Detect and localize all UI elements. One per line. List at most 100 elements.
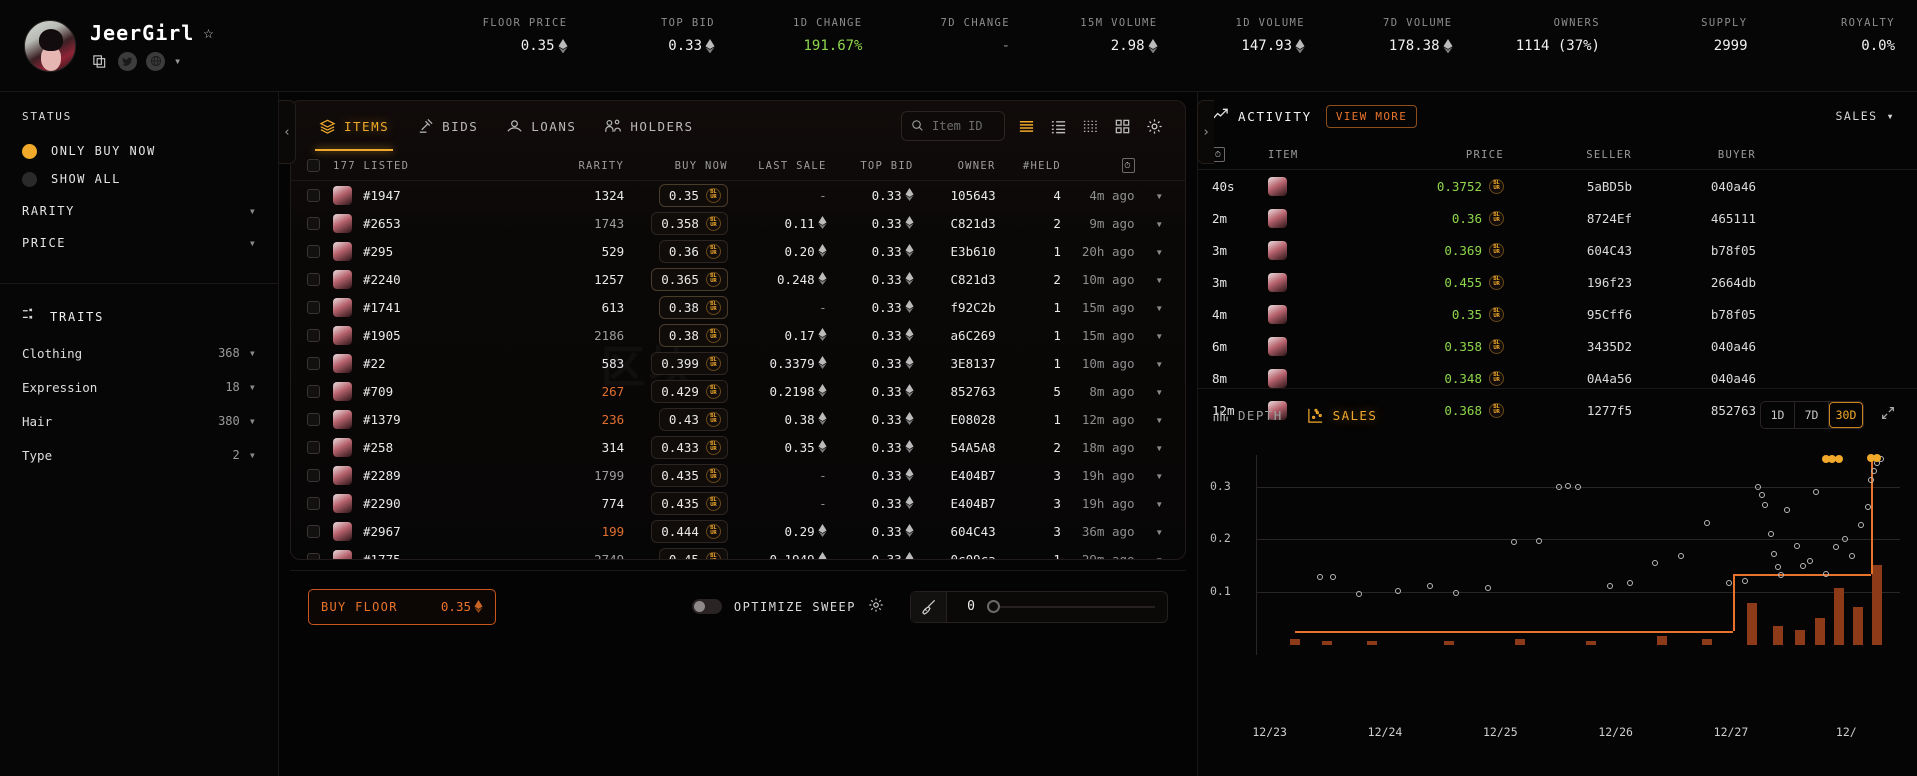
table-row[interactable]: #1741 613 0.38BLUR - 0.33 f92C2b 1 15m a… bbox=[291, 293, 1185, 321]
item-owner[interactable]: 3E8137 bbox=[914, 356, 996, 371]
collapse-right-button[interactable]: › bbox=[1197, 100, 1214, 164]
marketplace-icon[interactable]: BLUR bbox=[706, 356, 721, 371]
view-more-button[interactable]: VIEW MORE bbox=[1326, 105, 1417, 128]
row-checkbox[interactable] bbox=[307, 413, 320, 426]
activity-seller[interactable]: 8724Ef bbox=[1504, 211, 1632, 226]
trait-type[interactable]: Type 2 ▾ bbox=[0, 441, 278, 469]
column-held[interactable]: #HELD bbox=[996, 160, 1061, 172]
table-row[interactable]: #1775 2749 0.45BLUR 0.1949 0.33 0c09ca 1… bbox=[291, 545, 1185, 559]
marketplace-icon[interactable]: BLUR bbox=[706, 272, 721, 287]
activity-row[interactable]: 3m 0.455BLUR 196f23 2664db bbox=[1198, 266, 1917, 298]
activity-seller[interactable]: 0A4a56 bbox=[1504, 371, 1632, 386]
item-owner[interactable]: E3b610 bbox=[914, 244, 996, 259]
activity-seller[interactable]: 5aBD5b bbox=[1504, 179, 1632, 194]
row-expand-chevron-icon[interactable]: ▾ bbox=[1135, 272, 1163, 287]
item-owner[interactable]: 852763 bbox=[914, 384, 996, 399]
activity-row[interactable]: 2m 0.36BLUR 8724Ef 465111 bbox=[1198, 202, 1917, 234]
table-row[interactable]: #2967 199 0.444BLUR 0.29 0.33 604C43 3 3… bbox=[291, 517, 1185, 545]
table-row[interactable]: #1947 1324 0.35BLUR - 0.33 105643 4 4m a… bbox=[291, 181, 1185, 209]
buy-now-button[interactable]: 0.358BLUR bbox=[651, 212, 728, 235]
item-owner[interactable]: E404B7 bbox=[914, 468, 996, 483]
item-owner[interactable]: 105643 bbox=[914, 188, 996, 203]
marketplace-icon[interactable]: BLUR bbox=[1489, 307, 1504, 322]
marketplace-icon[interactable]: BLUR bbox=[706, 244, 721, 259]
activity-row[interactable]: 4m 0.35BLUR 95Cff6 b78f05 bbox=[1198, 298, 1917, 330]
row-expand-chevron-icon[interactable]: ▾ bbox=[1135, 328, 1163, 343]
column-top-bid[interactable]: TOP BID bbox=[827, 160, 914, 172]
table-row[interactable]: #295 529 0.36BLUR 0.20 0.33 E3b610 1 20h… bbox=[291, 237, 1185, 265]
row-expand-chevron-icon[interactable]: ▾ bbox=[1135, 300, 1163, 315]
table-row[interactable]: #1905 2186 0.38BLUR 0.17 0.33 a6C269 1 1… bbox=[291, 321, 1185, 349]
activity-item-thumbnail[interactable] bbox=[1268, 241, 1287, 260]
buy-now-button[interactable]: 0.429BLUR bbox=[651, 380, 728, 403]
search-input[interactable] bbox=[932, 119, 995, 133]
item-owner[interactable]: C821d3 bbox=[914, 216, 996, 231]
row-checkbox[interactable] bbox=[307, 441, 320, 454]
tab-sales[interactable]: SALES bbox=[1307, 407, 1378, 424]
compact-list-icon[interactable] bbox=[1047, 115, 1069, 137]
buy-now-button[interactable]: 0.435BLUR bbox=[651, 492, 728, 515]
broom-icon[interactable] bbox=[911, 592, 947, 622]
buy-now-button[interactable]: 0.38BLUR bbox=[659, 296, 728, 319]
table-row[interactable]: #2240 1257 0.365BLUR 0.248 0.33 C821d3 2… bbox=[291, 265, 1185, 293]
buy-now-button[interactable]: 0.444BLUR bbox=[651, 520, 728, 543]
column-listed[interactable]: 177 LISTED bbox=[333, 160, 522, 172]
dense-grid-icon[interactable] bbox=[1079, 115, 1101, 137]
sales-scatter-chart[interactable]: 0.30.20.1 bbox=[1198, 441, 1917, 671]
select-all-checkbox[interactable] bbox=[307, 159, 320, 172]
activity-seller[interactable]: 3435D2 bbox=[1504, 339, 1632, 354]
trait-hair[interactable]: Hair 380 ▾ bbox=[0, 407, 278, 435]
activity-item-thumbnail[interactable] bbox=[1268, 369, 1287, 388]
tab-bids[interactable]: BIDS bbox=[403, 101, 492, 151]
range-7d[interactable]: 7D bbox=[1795, 402, 1829, 428]
buy-now-button[interactable]: 0.399BLUR bbox=[651, 352, 728, 375]
star-icon[interactable]: ☆ bbox=[203, 23, 213, 43]
row-checkbox[interactable] bbox=[307, 273, 320, 286]
row-checkbox[interactable] bbox=[307, 385, 320, 398]
buy-now-button[interactable]: 0.38BLUR bbox=[659, 324, 728, 347]
row-checkbox[interactable] bbox=[307, 497, 320, 510]
column-last-sale[interactable]: LAST SALE bbox=[728, 160, 827, 172]
filter-price[interactable]: PRICE ▾ bbox=[22, 229, 256, 257]
buy-now-button[interactable]: 0.35BLUR bbox=[659, 184, 728, 207]
expand-icon[interactable] bbox=[1880, 405, 1896, 425]
column-buyer[interactable]: BUYER bbox=[1632, 149, 1756, 161]
optimize-sweep-toggle[interactable] bbox=[692, 599, 722, 614]
marketplace-icon[interactable]: BLUR bbox=[706, 440, 721, 455]
marketplace-icon[interactable]: BLUR bbox=[706, 496, 721, 511]
tab-holders[interactable]: HOLDERS bbox=[590, 101, 707, 151]
buy-now-button[interactable]: 0.365BLUR bbox=[651, 268, 728, 291]
marketplace-icon[interactable]: BLUR bbox=[706, 384, 721, 399]
trait-clothing[interactable]: Clothing 368 ▾ bbox=[0, 339, 278, 367]
activity-seller[interactable]: 604C43 bbox=[1504, 243, 1632, 258]
item-search[interactable] bbox=[901, 111, 1005, 141]
item-owner[interactable]: C821d3 bbox=[914, 272, 996, 287]
activity-buyer[interactable]: b78f05 bbox=[1632, 243, 1756, 258]
item-owner[interactable]: a6C269 bbox=[914, 328, 996, 343]
activity-seller[interactable]: 95Cff6 bbox=[1504, 307, 1632, 322]
marketplace-icon[interactable]: BLUR bbox=[706, 468, 721, 483]
sweep-slider[interactable] bbox=[987, 601, 1155, 613]
row-expand-chevron-icon[interactable]: ▾ bbox=[1135, 188, 1163, 203]
item-owner[interactable]: 604C43 bbox=[914, 524, 996, 539]
buy-now-button[interactable]: 0.36BLUR bbox=[659, 240, 728, 263]
marketplace-icon[interactable]: BLUR bbox=[1489, 339, 1504, 354]
row-expand-chevron-icon[interactable]: ▾ bbox=[1135, 552, 1163, 560]
item-owner[interactable]: f92C2b bbox=[914, 300, 996, 315]
sweep-control[interactable]: 0 bbox=[910, 591, 1168, 623]
row-checkbox[interactable] bbox=[307, 189, 320, 202]
column-buy-now[interactable]: BUY NOW bbox=[624, 160, 728, 172]
sweep-gear-icon[interactable] bbox=[868, 597, 884, 617]
tab-items[interactable]: ITEMS bbox=[305, 101, 403, 151]
row-expand-chevron-icon[interactable]: ▾ bbox=[1135, 384, 1163, 399]
marketplace-icon[interactable]: BLUR bbox=[706, 524, 721, 539]
collapse-left-button[interactable]: ‹ bbox=[279, 100, 296, 164]
row-checkbox[interactable] bbox=[307, 245, 320, 258]
activity-item-thumbnail[interactable] bbox=[1268, 177, 1287, 196]
activity-row[interactable]: 3m 0.369BLUR 604C43 b78f05 bbox=[1198, 234, 1917, 266]
row-checkbox[interactable] bbox=[307, 469, 320, 482]
column-rarity[interactable]: RARITY bbox=[522, 160, 624, 172]
row-checkbox[interactable] bbox=[307, 525, 320, 538]
list-view-icon[interactable] bbox=[1015, 115, 1037, 137]
status-option-0[interactable]: ONLY BUY NOW bbox=[22, 137, 256, 165]
